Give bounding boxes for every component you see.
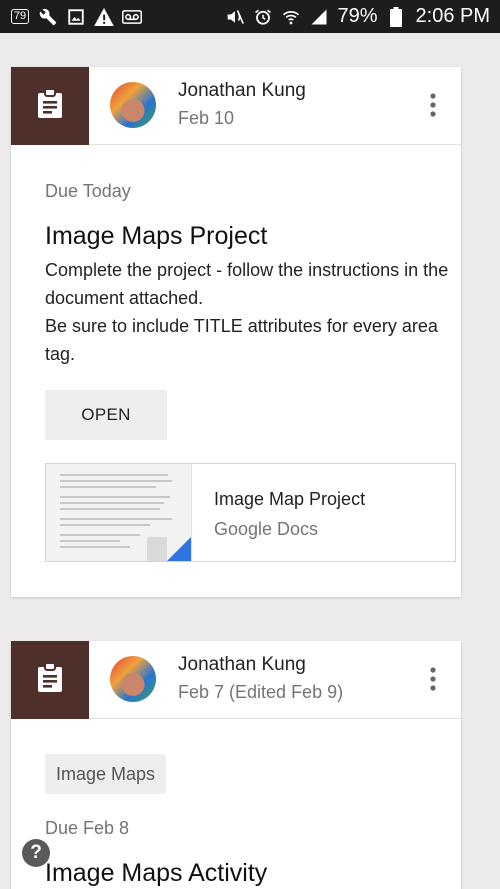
post-date: Feb 10	[178, 108, 235, 128]
notification-badge-count: 79	[10, 9, 30, 24]
document-thumbnail	[46, 464, 192, 561]
status-right-icons: 79% 2:06 PM	[225, 5, 490, 28]
status-bar: 79 79% 2:06 PM	[0, 0, 500, 33]
topic-chip[interactable]: Image Maps	[45, 754, 167, 794]
avatar[interactable]	[110, 656, 156, 702]
battery-percent: 79%	[337, 5, 378, 27]
card-header: Jonathan Kung Feb 7 (Edited Feb 9)	[11, 641, 461, 719]
clock: 2:06 PM	[415, 5, 490, 27]
help-icon: ?	[30, 842, 42, 863]
post-date: Feb 7 (Edited Feb 9)	[178, 682, 344, 702]
attachment-card[interactable]: Image Map Project Google Docs	[45, 463, 456, 562]
avatar[interactable]	[110, 82, 156, 128]
wrench-icon	[38, 7, 58, 27]
google-docs-icon	[167, 537, 191, 561]
assignment-icon	[37, 661, 63, 698]
voicemail-icon	[122, 7, 142, 27]
battery-icon	[386, 6, 406, 27]
assignment-type-badge	[11, 641, 89, 719]
author-name: Jonathan Kung	[178, 80, 306, 101]
assignment-title: Image Maps Project	[45, 222, 268, 250]
assignment-type-badge	[11, 67, 89, 145]
attachment-source: Google Docs	[214, 519, 319, 539]
due-label: Due Feb 8	[45, 818, 130, 838]
mute-icon	[225, 7, 245, 27]
assignment-card[interactable]: Jonathan Kung Feb 7 (Edited Feb 9) Image…	[11, 641, 461, 889]
more-vert-icon	[430, 666, 436, 696]
open-button[interactable]: OPEN	[45, 390, 167, 440]
notification-badge-icon: 79	[10, 7, 30, 27]
assignment-icon	[37, 87, 63, 124]
due-label: Due Today	[45, 181, 131, 201]
help-button[interactable]: ?	[22, 839, 50, 867]
more-options-button[interactable]	[415, 89, 451, 125]
more-vert-icon	[430, 92, 436, 122]
image-icon	[66, 7, 86, 27]
more-options-button[interactable]	[415, 663, 451, 699]
assignment-title: Image Maps Activity	[45, 859, 268, 887]
assignment-description: Complete the project - follow the instru…	[45, 260, 449, 364]
wifi-icon	[281, 7, 301, 27]
warning-icon	[94, 7, 114, 27]
card-header: Jonathan Kung Feb 10	[11, 67, 461, 145]
status-left-icons: 79	[10, 7, 142, 27]
author-name: Jonathan Kung	[178, 654, 306, 675]
attachment-title: Image Map Project	[214, 489, 366, 509]
assignment-card[interactable]: Jonathan Kung Feb 10 Due Today Image Map…	[11, 67, 461, 597]
signal-icon	[309, 7, 329, 27]
alarm-icon	[253, 7, 273, 27]
